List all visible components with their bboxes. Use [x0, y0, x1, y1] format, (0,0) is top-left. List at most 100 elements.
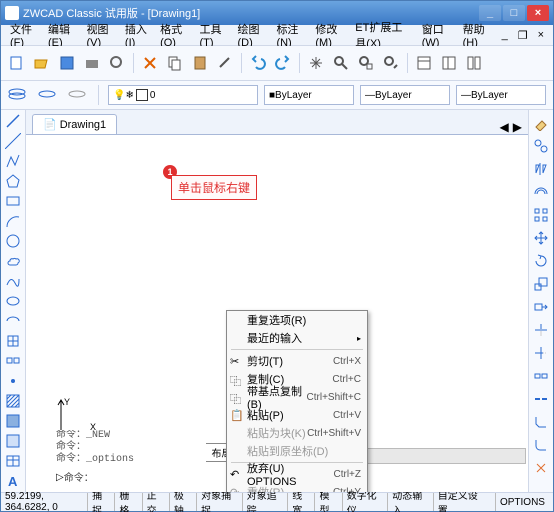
extend-icon[interactable] — [529, 342, 553, 364]
hatch-icon[interactable] — [1, 391, 25, 410]
zoom-prev-icon[interactable] — [379, 51, 403, 75]
menu-draw[interactable]: 绘图(D) — [232, 21, 271, 49]
color-dropdown[interactable]: ■ ByLayer — [264, 85, 354, 105]
menu-modify[interactable]: 修改(M) — [310, 21, 350, 49]
ctx-recent[interactable]: 最近的输入▸ — [227, 329, 367, 347]
move-icon[interactable] — [529, 227, 553, 249]
customize-button[interactable]: 自定义设置... — [433, 493, 495, 511]
match-icon[interactable] — [213, 51, 237, 75]
line-icon[interactable] — [1, 112, 25, 131]
chamfer-icon[interactable] — [529, 411, 553, 433]
tab-nav-right[interactable]: ▶ — [513, 120, 522, 134]
lwt-toggle[interactable]: 线宽 — [287, 493, 314, 511]
copy-icon[interactable] — [163, 51, 187, 75]
layer-states-icon[interactable] — [65, 83, 89, 107]
copyobj-icon[interactable] — [529, 135, 553, 157]
menu-format[interactable]: 格式(O) — [155, 21, 194, 49]
open-icon[interactable] — [30, 51, 54, 75]
paste-icon[interactable] — [188, 51, 212, 75]
layer-prev-icon[interactable] — [35, 83, 59, 107]
menu-edit[interactable]: 编辑(E) — [43, 21, 81, 49]
new-icon[interactable] — [5, 51, 29, 75]
circle-icon[interactable] — [1, 232, 25, 251]
mtext-icon[interactable]: A — [1, 471, 25, 490]
region-icon[interactable] — [1, 431, 25, 450]
layer-manager-icon[interactable] — [5, 83, 29, 107]
polyline-icon[interactable] — [1, 152, 25, 171]
command-prompt-icon: ▷ — [56, 472, 64, 483]
undo-icon[interactable] — [246, 51, 270, 75]
stretch-icon[interactable] — [529, 296, 553, 318]
ctx-cut[interactable]: ✂剪切(T)Ctrl+X — [227, 352, 367, 370]
drawing-canvas[interactable]: 1 单击鼠标右键 YX ⏮ ◀ ▶ ⏭ Model 布局1 布局2 命令：_NE… — [26, 135, 528, 492]
erase-icon[interactable] — [529, 112, 553, 134]
block-icon[interactable] — [1, 351, 25, 370]
lineweight-dropdown[interactable]: — ByLayer — [456, 85, 546, 105]
tab-nav-left[interactable]: ◀ — [500, 120, 509, 134]
menu-window[interactable]: 窗口(W) — [417, 21, 458, 49]
join-icon[interactable] — [529, 388, 553, 410]
zoom-realtime-icon[interactable] — [329, 51, 353, 75]
menu-file[interactable]: 文件(F) — [5, 21, 43, 49]
layer-dropdown[interactable]: 💡❄0 — [108, 85, 258, 105]
otrack-toggle[interactable]: 对象追踪 — [242, 493, 288, 511]
designcenter-icon[interactable] — [437, 51, 461, 75]
menu-insert[interactable]: 插入(I) — [120, 21, 155, 49]
point-icon[interactable] — [1, 371, 25, 390]
spline-icon[interactable] — [1, 272, 25, 291]
dyn-toggle[interactable]: 动态输入 — [387, 493, 433, 511]
toolpalette-icon[interactable] — [462, 51, 486, 75]
ctx-repeat[interactable]: 重复选项(R) — [227, 311, 367, 329]
insert-icon[interactable] — [1, 331, 25, 350]
menu-help[interactable]: 帮助(H) — [458, 21, 497, 49]
ctx-copybase[interactable]: ⿻带基点复制(B)Ctrl+Shift+C — [227, 388, 367, 406]
redo-icon[interactable] — [271, 51, 295, 75]
rotate-icon[interactable] — [529, 250, 553, 272]
osnap-toggle[interactable]: 对象捕捉 — [196, 493, 242, 511]
gradient-icon[interactable] — [1, 411, 25, 430]
rectangle-icon[interactable] — [1, 192, 25, 211]
zoom-window-icon[interactable] — [354, 51, 378, 75]
ortho-toggle[interactable]: 正交 — [142, 493, 169, 511]
maximize-button[interactable]: □ — [503, 5, 525, 21]
pan-icon[interactable] — [304, 51, 328, 75]
mirror-icon[interactable] — [529, 158, 553, 180]
file-tab[interactable]: 📄Drawing1 — [32, 114, 117, 134]
doc-close-button[interactable]: × — [533, 29, 549, 41]
ctx-paste[interactable]: 📋粘贴(P)Ctrl+V — [227, 406, 367, 424]
ellipse-icon[interactable] — [1, 292, 25, 311]
cut-icon[interactable] — [138, 51, 162, 75]
tablet-toggle[interactable]: 数字化仪 — [342, 493, 388, 511]
doc-restore-button[interactable]: ❐ — [513, 29, 533, 42]
menu-view[interactable]: 视图(V) — [81, 21, 119, 49]
grid-toggle[interactable]: 栅格 — [114, 493, 141, 511]
trim-icon[interactable] — [529, 319, 553, 341]
table-icon[interactable] — [1, 451, 25, 470]
array-icon[interactable] — [529, 204, 553, 226]
ellipsearc-icon[interactable] — [1, 312, 25, 331]
model-toggle[interactable]: 模型 — [314, 493, 341, 511]
explode-icon[interactable] — [529, 457, 553, 479]
snap-toggle[interactable]: 捕捉 — [87, 493, 114, 511]
save-icon[interactable] — [55, 51, 79, 75]
print-icon[interactable] — [80, 51, 104, 75]
polar-toggle[interactable]: 极轴 — [169, 493, 196, 511]
polygon-icon[interactable] — [1, 172, 25, 191]
close-button[interactable]: × — [527, 5, 549, 21]
menu-tools[interactable]: 工具(T) — [195, 21, 233, 49]
ctx-undo[interactable]: ↶放弃(U) OPTIONSCtrl+Z — [227, 465, 367, 483]
break-icon[interactable] — [529, 365, 553, 387]
revcloud-icon[interactable] — [1, 252, 25, 271]
menu-dim[interactable]: 标注(N) — [271, 21, 310, 49]
preview-icon[interactable] — [105, 51, 129, 75]
options-label[interactable]: OPTIONS — [495, 493, 549, 511]
linetype-dropdown[interactable]: — ByLayer — [360, 85, 450, 105]
scale-icon[interactable] — [529, 273, 553, 295]
xline-icon[interactable] — [1, 132, 25, 151]
fillet-icon[interactable] — [529, 434, 553, 456]
properties-icon[interactable] — [412, 51, 436, 75]
doc-min-button[interactable]: _ — [497, 29, 513, 41]
offset-icon[interactable] — [529, 181, 553, 203]
minimize-button[interactable]: _ — [479, 5, 501, 21]
arc-icon[interactable] — [1, 212, 25, 231]
